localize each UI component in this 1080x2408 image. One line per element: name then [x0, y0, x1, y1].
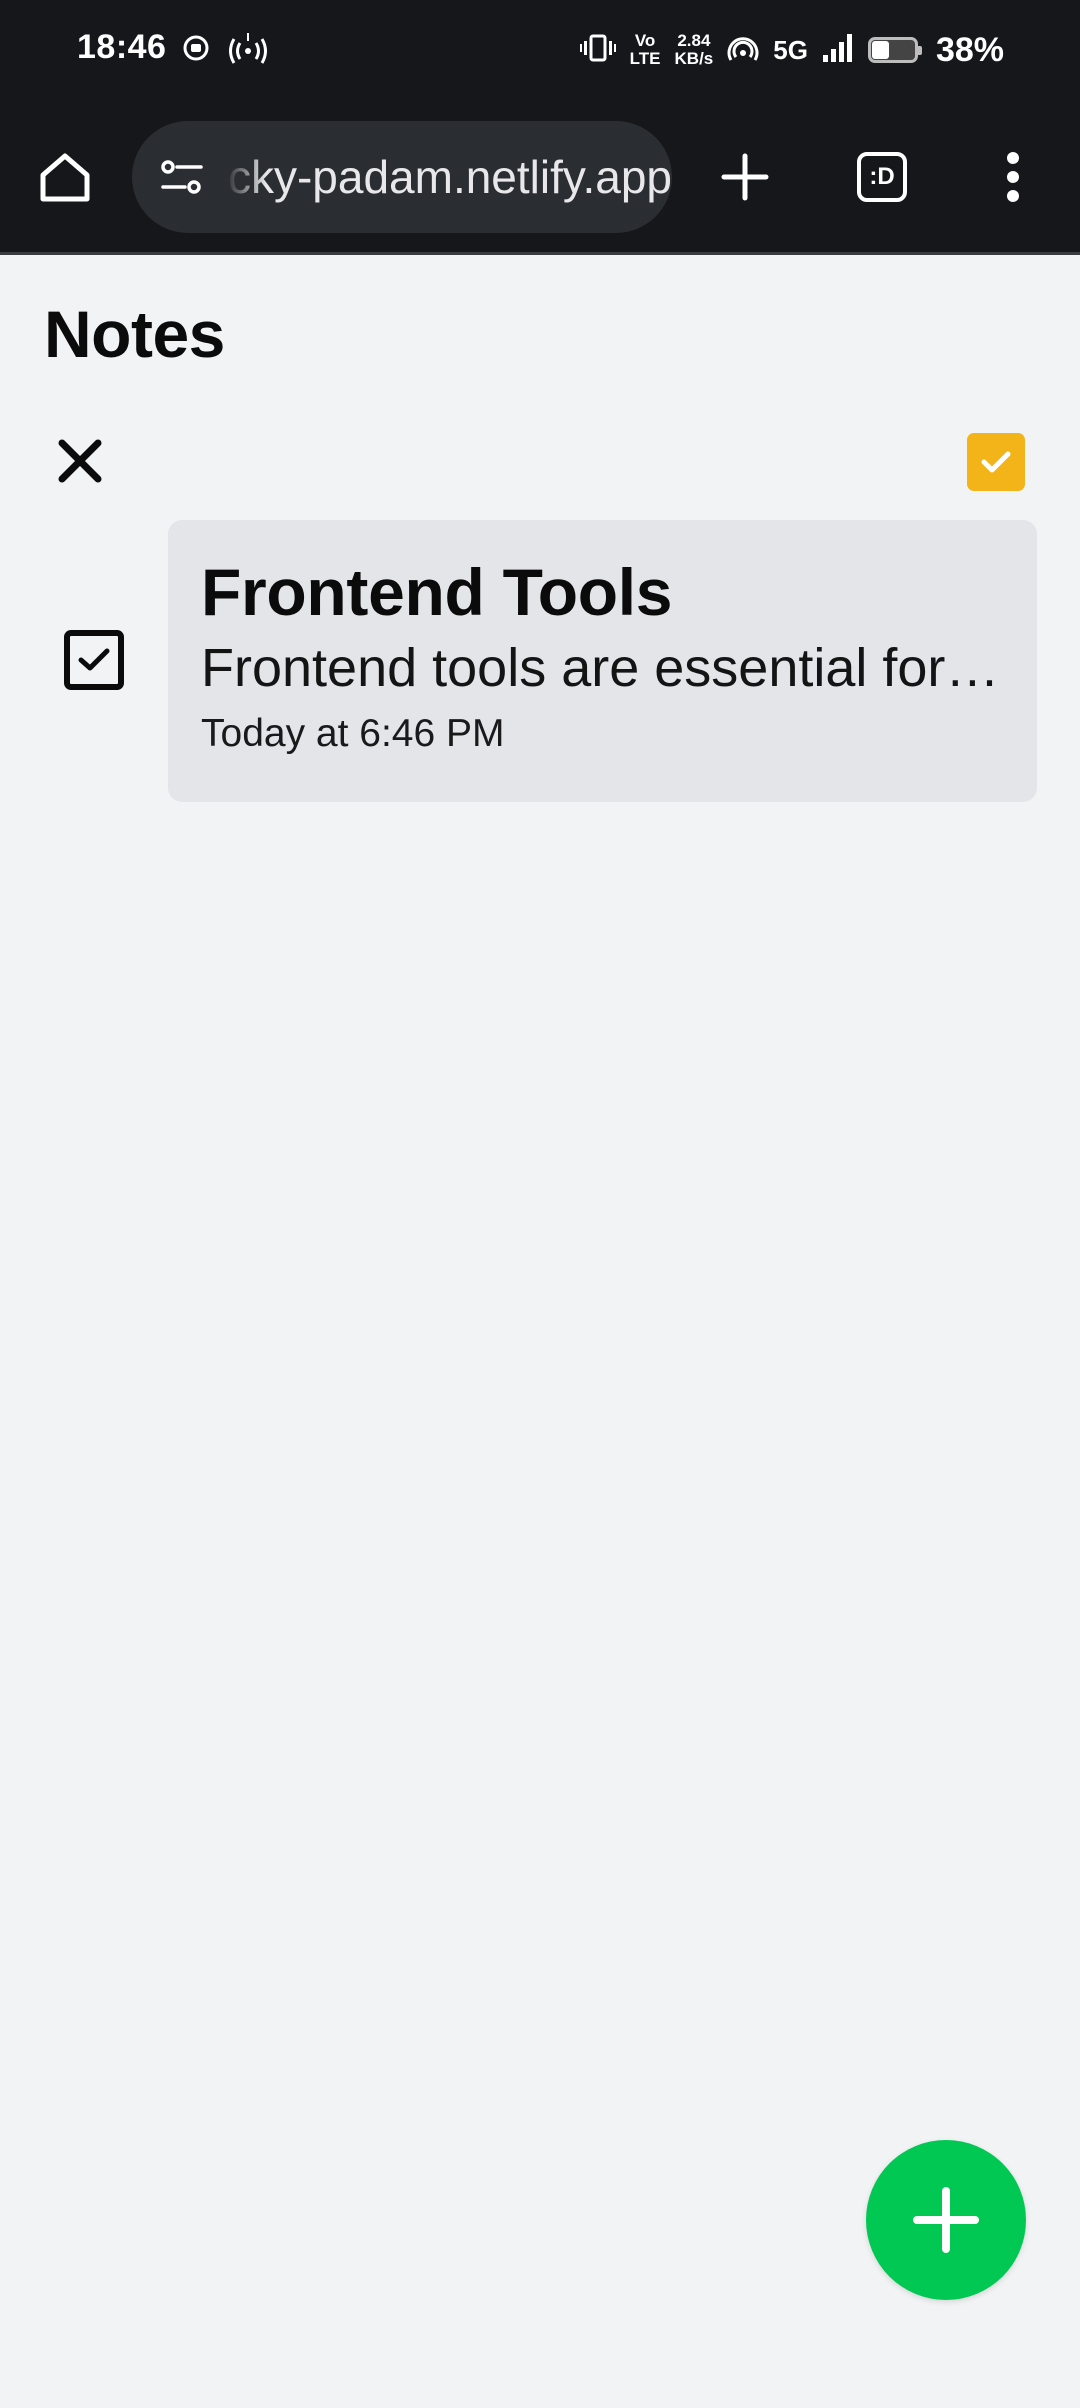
note-timestamp: Today at 6:46 PM: [201, 712, 505, 755]
checkmark-icon: [78, 648, 110, 671]
browser-chrome: 18:46 Vo LTE 2.84 KB/s 5G 38% sticky-pad…: [0, 0, 1080, 255]
network-type: 5G: [773, 34, 808, 65]
signal-strength-icon: [822, 33, 854, 68]
add-note-button[interactable]: [866, 2140, 1026, 2300]
volte-line2: LTE: [629, 49, 661, 68]
network-speed-unit: KB/s: [674, 49, 714, 68]
more-vertical-icon: [1007, 152, 1019, 202]
browser-menu-button[interactable]: [958, 112, 1068, 242]
plus-icon: [721, 153, 769, 201]
note-card[interactable]: Frontend Tools Frontend tools are essent…: [168, 520, 1037, 802]
address-bar[interactable]: sticky-padam.netlify.app: [132, 121, 672, 233]
url-text[interactable]: sticky-padam.netlify.app: [226, 150, 672, 204]
page-title: Notes: [44, 297, 225, 371]
site-settings-icon[interactable]: [152, 157, 212, 197]
status-time: 18:46: [77, 28, 167, 66]
status-bar: 18:46 Vo LTE 2.84 KB/s 5G 38%: [0, 0, 1080, 100]
note-select-checkbox[interactable]: [64, 630, 124, 690]
tab-count: :D: [857, 152, 907, 202]
new-tab-button[interactable]: [690, 112, 800, 242]
browser-toolbar: sticky-padam.netlify.app :D: [0, 112, 1080, 242]
hotspot-broadcast-icon: [228, 30, 268, 66]
battery-level-fill: [871, 41, 889, 59]
battery-icon: [867, 37, 922, 63]
note-preview: Frontend tools are essential for buildin…: [201, 638, 1005, 698]
network-speed: 2.84 KB/s: [675, 32, 714, 68]
screen-record-icon: [181, 30, 211, 66]
note-title: Frontend Tools: [201, 555, 673, 629]
hotspot-icon: [727, 33, 759, 68]
tab-switcher-button[interactable]: :D: [827, 112, 937, 242]
network-speed-value: 2.84: [677, 31, 711, 50]
close-icon: [58, 439, 102, 483]
volte-indicator: Vo LTE: [630, 32, 661, 68]
note-list-item: Frontend Tools Frontend tools are essent…: [0, 520, 1080, 802]
battery-percent: 38%: [935, 30, 1004, 69]
home-button[interactable]: [10, 112, 120, 242]
cancel-selection-button[interactable]: [44, 425, 116, 497]
plus-icon: [913, 2187, 979, 2253]
checkmark-icon: [981, 451, 1011, 473]
select-all-checkbox[interactable]: [967, 433, 1025, 491]
home-icon: [40, 153, 90, 202]
vibrate-icon: [579, 33, 616, 68]
volte-line1: Vo: [634, 31, 656, 50]
status-indicators: Vo LTE 2.84 KB/s 5G 38%: [579, 24, 1004, 76]
